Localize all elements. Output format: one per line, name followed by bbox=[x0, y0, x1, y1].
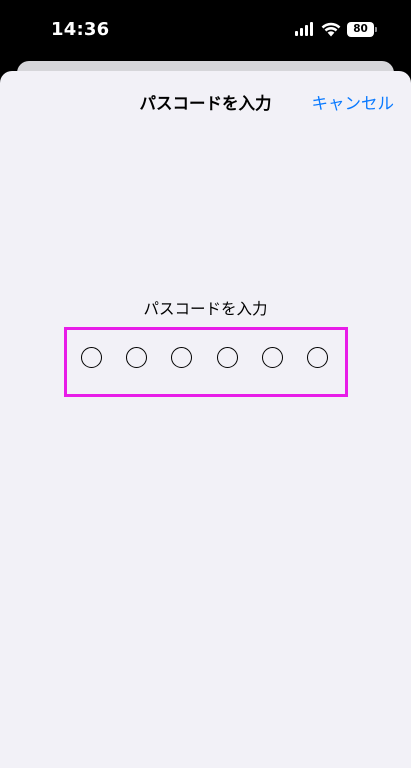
passcode-dot bbox=[307, 347, 328, 368]
passcode-dot bbox=[126, 347, 148, 368]
passcode-prompt: パスコードを入力 bbox=[143, 300, 268, 318]
battery-icon: 80 bbox=[347, 22, 377, 37]
screen: 14:36 80 パスコードを入力 キャンセル パスコードを入力 bbox=[0, 0, 411, 768]
status-bar: 14:36 80 bbox=[0, 0, 411, 62]
passcode-input[interactable] bbox=[81, 347, 331, 369]
battery-level: 80 bbox=[347, 22, 374, 37]
passcode-sheet: パスコードを入力 キャンセル パスコードを入力 bbox=[0, 71, 411, 768]
passcode-dot bbox=[171, 347, 193, 368]
cancel-button[interactable]: キャンセル bbox=[312, 90, 395, 114]
status-time: 14:36 bbox=[51, 19, 110, 40]
passcode-dot bbox=[261, 347, 283, 368]
wifi-icon bbox=[321, 22, 341, 37]
passcode-dot bbox=[216, 347, 238, 368]
signal-icon bbox=[295, 22, 315, 36]
passcode-dot bbox=[81, 347, 102, 368]
